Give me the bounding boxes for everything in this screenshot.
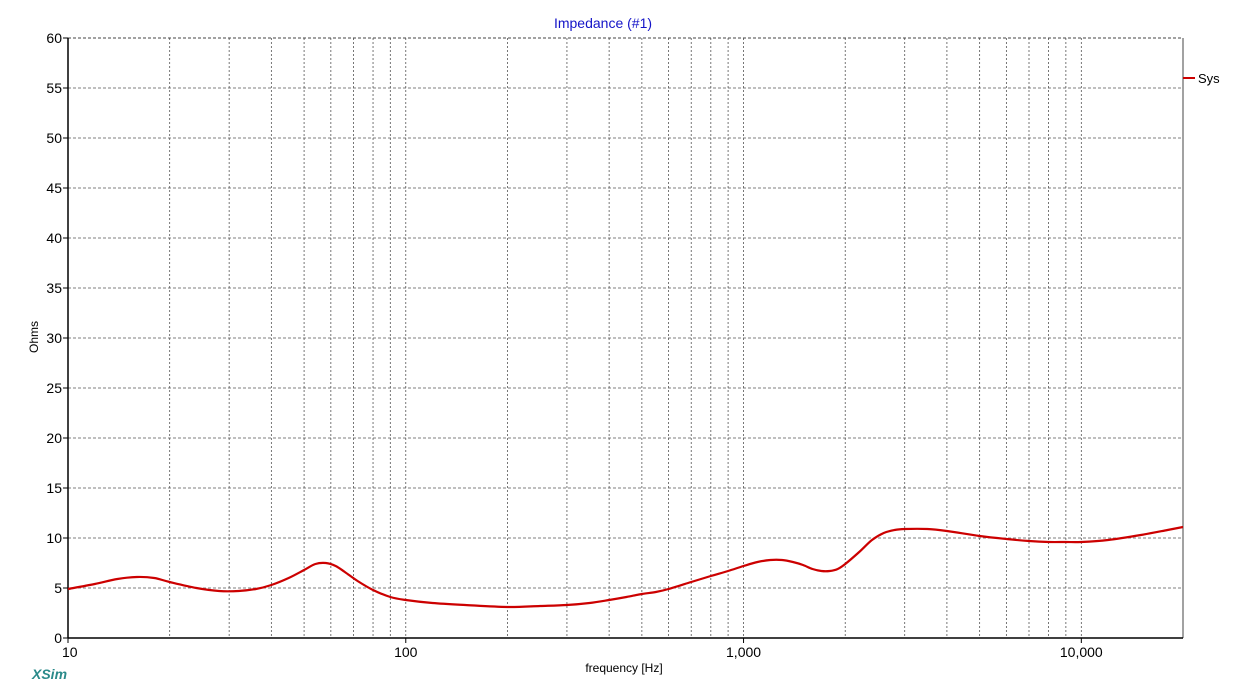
y-tick-label: 5 [54, 580, 62, 596]
y-tick-label: 35 [46, 280, 62, 296]
y-tick-label: 30 [46, 330, 62, 346]
y-tick-label: 10 [46, 530, 62, 546]
y-tick-label: 20 [46, 430, 62, 446]
y-tick-label: 25 [46, 380, 62, 396]
y-tick-label: 0 [54, 630, 62, 646]
chart-title: Impedance (#1) [554, 15, 652, 31]
y-tick-label: 15 [46, 480, 62, 496]
y-tick-label: 55 [46, 80, 62, 96]
y-tick-label: 45 [46, 180, 62, 196]
y-tick-label: 60 [46, 30, 62, 46]
y-tick-label: 50 [46, 130, 62, 146]
x-tick-label: 10,000 [1060, 644, 1103, 660]
x-tick-label: 10 [62, 644, 78, 660]
x-tick-label: 100 [394, 644, 418, 660]
xsim-logo: XSim [31, 666, 67, 682]
y-tick-label: 40 [46, 230, 62, 246]
legend-label-sys: Sys [1198, 71, 1220, 86]
chart-background [0, 0, 1249, 697]
x-axis-label: frequency [Hz] [585, 661, 662, 675]
y-axis-label: Ohms [27, 321, 41, 353]
impedance-chart: Impedance (#1) 051015202530354045505560 … [0, 0, 1249, 697]
x-tick-label: 1,000 [726, 644, 761, 660]
